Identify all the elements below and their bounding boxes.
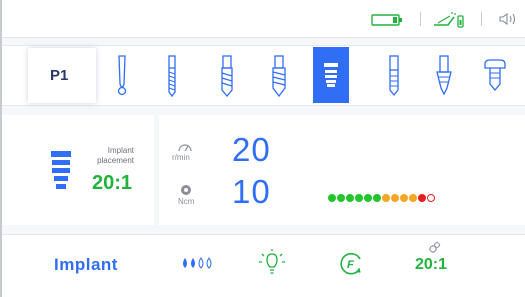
water-drops-icon[interactable]: [181, 257, 215, 269]
torque-level-dot: [346, 194, 354, 202]
torque-unit: Ncm: [178, 197, 195, 206]
tool-countersink[interactable]: [427, 45, 461, 106]
battery-icon: [371, 14, 402, 26]
torque-level-indicator: [328, 194, 435, 202]
twist-drill-icon: [272, 54, 286, 97]
handpiece-screen: P1 Implant placement 20:1 r/min 20 Ncm 1…: [0, 0, 525, 297]
gear-ratio-value: 20:1: [92, 172, 133, 194]
torque-level-dot: [355, 194, 363, 202]
tap-icon: [389, 54, 399, 96]
speaker-icon[interactable]: [499, 12, 521, 26]
tool-twist-drill-medium[interactable]: [210, 45, 244, 106]
twist-drill-icon: [221, 54, 233, 97]
torque-level-dot: [328, 194, 336, 202]
speedometer-icon: [178, 144, 192, 152]
torque-level-dot: [400, 194, 408, 202]
tool-probe[interactable]: [105, 45, 139, 106]
torque-level-dot: [418, 194, 426, 202]
mode-label[interactable]: Implant: [54, 255, 118, 275]
program-label: P1: [50, 67, 69, 84]
status-divider: [420, 12, 421, 26]
pilot-drill-icon: [168, 54, 176, 97]
tool-abutment[interactable]: [478, 45, 512, 106]
torque-level-dot: [409, 194, 417, 202]
torque-icon: [181, 185, 191, 195]
abutment-icon: [484, 58, 506, 91]
procedure-label-line: placement: [97, 156, 134, 165]
countersink-icon: [436, 54, 452, 95]
torque-level-dot: [382, 194, 390, 202]
torque-value[interactable]: 10: [232, 173, 271, 211]
gear-icon: [429, 241, 441, 253]
procedure-label-line: Implant: [107, 146, 134, 155]
tool-pilot-drill[interactable]: [155, 45, 189, 106]
speed-unit: r/min: [172, 153, 190, 162]
procedure-label: Implant placement: [82, 146, 134, 166]
readout-panel: [159, 115, 525, 225]
procedure-panel: [2, 115, 154, 225]
torque-level-dot: [364, 194, 372, 202]
probe-icon: [117, 54, 127, 95]
implant-icon: [51, 151, 71, 189]
direction-letter: F: [347, 259, 354, 271]
torque-level-dot: [373, 194, 381, 202]
status-divider: [481, 12, 482, 26]
implant-icon: [324, 63, 338, 87]
tool-twist-drill-large[interactable]: [262, 45, 296, 106]
torque-level-dot: [427, 194, 435, 202]
tool-implant[interactable]: [313, 47, 349, 103]
light-bulb-icon[interactable]: [258, 248, 286, 276]
spray-bottle-icon[interactable]: [432, 11, 466, 29]
speed-value[interactable]: 20: [232, 131, 271, 169]
program-button[interactable]: P1: [28, 48, 96, 103]
torque-level-dot: [337, 194, 345, 202]
gear-ratio-button[interactable]: 20:1: [415, 256, 447, 274]
torque-level-dot: [391, 194, 399, 202]
forward-rotation-icon[interactable]: F: [337, 250, 365, 276]
tool-tap[interactable]: [377, 45, 411, 106]
